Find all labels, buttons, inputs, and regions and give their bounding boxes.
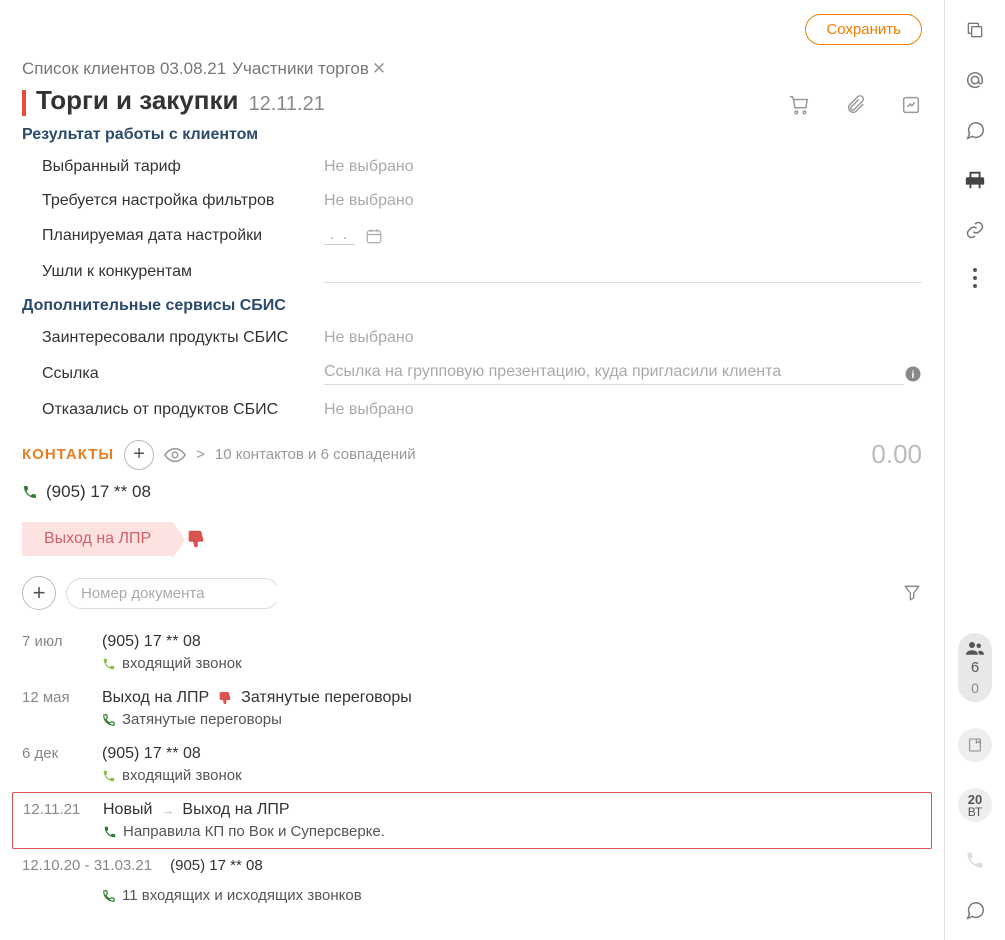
log-sub: входящий звонок	[122, 655, 242, 672]
sign-icon[interactable]	[900, 94, 922, 116]
field-value[interactable]: Не выбрано	[324, 158, 922, 176]
section-heading: Дополнительные сервисы СБИС	[0, 291, 944, 321]
log-row[interactable]: 12.10.20 - 31.03.21 (905) 17 ** 08	[12, 849, 932, 882]
contacts-hint: 10 контактов и 6 совпадений	[215, 446, 416, 463]
field-label: Отказались от продуктов СБИС	[42, 401, 324, 419]
accent-bar	[22, 90, 26, 116]
call-in-icon	[102, 657, 116, 671]
search-box[interactable]	[66, 578, 280, 609]
log-stage-to: Выход на ЛПР	[182, 801, 289, 819]
calendar-icon[interactable]	[365, 227, 383, 245]
add-document-button[interactable]: +	[22, 576, 56, 610]
calendar-badge[interactable]: 20 ВТ	[958, 788, 992, 822]
note-button[interactable]	[958, 728, 992, 762]
call-in-icon	[102, 769, 116, 783]
log-sub: Затянутые переговоры	[122, 711, 282, 728]
log-sub: 11 входящих и исходящих звонков	[122, 887, 362, 904]
filter-icon[interactable]	[902, 583, 922, 603]
calendar-dow: ВТ	[968, 806, 983, 818]
calendar-day: 20	[968, 793, 982, 806]
log-sub: входящий звонок	[122, 767, 242, 784]
log-row-highlighted[interactable]: 12.11.21 Новый → Выход на ЛПР Направила …	[12, 792, 932, 849]
log-date: 12 мая	[22, 689, 102, 728]
contacts-heading: КОНТАКТЫ	[22, 446, 114, 463]
save-button[interactable]: Сохранить	[805, 14, 922, 45]
field-label: Ссылка	[42, 365, 324, 383]
phone-icon[interactable]	[22, 484, 38, 500]
expand-icon[interactable]: >	[196, 446, 205, 463]
field-label: Ушли к конкурентам	[42, 263, 324, 281]
log-date: 6 дек	[22, 745, 102, 784]
field-label: Заинтересовали продукты СБИС	[42, 329, 324, 347]
field-label: Планируемая дата настройки	[42, 227, 324, 245]
attachment-icon[interactable]	[844, 94, 866, 116]
amount: 0.00	[871, 439, 922, 470]
svg-text:i: i	[912, 369, 915, 381]
more-icon[interactable]	[973, 268, 977, 288]
log-row[interactable]: 6 дек (905) 17 ** 08 входящий звонок	[12, 736, 932, 792]
log-stage-from: Новый	[103, 801, 152, 819]
call-out-icon	[102, 713, 116, 727]
phone-number[interactable]: (905) 17 ** 08	[46, 482, 151, 502]
breadcrumb: Список клиентов 03.08.21 Участники торго…	[0, 45, 944, 79]
call-out-icon	[102, 889, 116, 903]
stage-tag[interactable]: Выход на ЛПР	[22, 522, 173, 556]
field-value[interactable]	[324, 261, 922, 283]
field-label: Выбранный тариф	[42, 158, 324, 176]
thumbs-down-icon	[217, 690, 233, 706]
people-badge[interactable]: 6 0	[958, 633, 992, 702]
field-value[interactable]: Не выбрано	[324, 329, 922, 347]
eye-icon[interactable]	[164, 447, 186, 463]
call-out-icon	[103, 825, 117, 839]
copy-icon[interactable]	[963, 18, 987, 42]
badge-count: 6	[971, 659, 979, 676]
page-date: 12.11.21	[248, 93, 324, 116]
print-icon[interactable]	[963, 168, 987, 192]
log-date: 7 июл	[22, 633, 102, 672]
field-value[interactable]: Не выбрано	[324, 401, 922, 419]
log-row[interactable]: 7 июл (905) 17 ** 08 входящий звонок	[12, 624, 932, 680]
people-icon	[966, 641, 984, 655]
log-row[interactable]: 12 мая Выход на ЛПР Затянутые переговоры…	[12, 680, 932, 736]
thumbs-down-icon[interactable]	[185, 528, 207, 550]
close-icon[interactable]: ✕	[372, 59, 386, 79]
date-input[interactable]: . .	[324, 226, 355, 245]
info-icon[interactable]: i	[904, 365, 922, 383]
chat-icon[interactable]	[963, 118, 987, 142]
section-heading: Результат работы с клиентом	[0, 120, 944, 150]
arrow-right-icon: →	[160, 802, 174, 818]
log-stage-to: Затянутые переговоры	[241, 689, 412, 707]
log-date: 12.11.21	[23, 801, 103, 840]
log-phone: (905) 17 ** 08	[170, 857, 263, 874]
field-label: Требуется настройка фильтров	[42, 192, 324, 210]
chat-icon[interactable]	[963, 898, 987, 922]
log-stage-from: Выход на ЛПР	[102, 689, 209, 707]
log-sub: Направила КП по Вок и Суперсверке.	[123, 823, 385, 840]
mention-icon[interactable]	[963, 68, 987, 92]
search-input[interactable]	[81, 585, 280, 602]
badge-zero: 0	[971, 680, 979, 696]
link-icon[interactable]	[963, 218, 987, 242]
cart-icon[interactable]	[788, 94, 810, 116]
log-phone: (905) 17 ** 08	[102, 745, 201, 763]
breadcrumb-item[interactable]: Список клиентов 03.08.21	[22, 59, 226, 79]
log-date-range: 12.10.20 - 31.03.21	[22, 857, 152, 874]
field-value[interactable]: Не выбрано	[324, 192, 922, 210]
page-title: Торги и закупки	[36, 85, 238, 116]
add-contact-button[interactable]: +	[124, 440, 154, 470]
phone-icon[interactable]	[963, 848, 987, 872]
link-input[interactable]: Ссылка на групповую презентацию, куда пр…	[324, 363, 904, 385]
breadcrumb-item[interactable]: Участники торгов	[232, 59, 369, 79]
log-phone: (905) 17 ** 08	[102, 633, 201, 651]
